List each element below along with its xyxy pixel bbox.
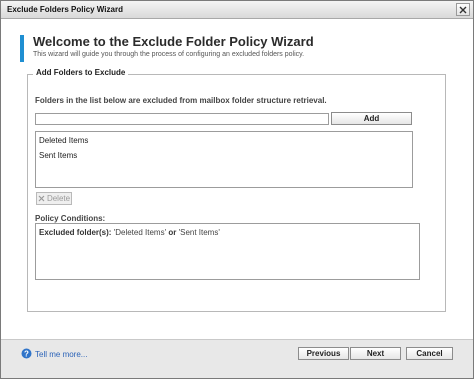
policy-connector: or (168, 228, 177, 237)
policy-condition-line: Excluded folder(s): 'Deleted Items' or '… (39, 228, 220, 237)
svg-text:?: ? (24, 349, 29, 358)
add-button[interactable]: Add (331, 112, 412, 125)
policy-conditions-box: Excluded folder(s): 'Deleted Items' or '… (35, 223, 420, 280)
policy-conditions-label: Policy Conditions: (35, 214, 106, 223)
list-item[interactable]: Deleted Items (39, 136, 88, 145)
page-subtitle: This wizard will guide you through the p… (33, 51, 305, 58)
header-accent-bar (20, 35, 24, 62)
page-title: Welcome to the Exclude Folder Policy Wiz… (33, 34, 314, 49)
policy-prefix: Excluded folder(s): (39, 228, 112, 237)
delete-icon (38, 195, 45, 202)
close-button[interactable] (456, 3, 470, 16)
delete-label: Delete (46, 194, 71, 203)
delete-button[interactable]: Delete (36, 192, 72, 205)
next-button[interactable]: Next (350, 347, 401, 360)
instructions-text: Folders in the list below are excluded f… (35, 96, 327, 105)
help-icon[interactable]: ? (21, 348, 32, 359)
group-legend: Add Folders to Exclude (33, 68, 129, 77)
tell-me-more-link[interactable]: Tell me more... (35, 350, 87, 359)
cancel-button[interactable]: Cancel (406, 347, 453, 360)
folder-input[interactable] (35, 113, 329, 125)
policy-item: 'Deleted Items' (113, 228, 167, 237)
close-icon (459, 6, 467, 13)
window-title: Exclude Folders Policy Wizard (7, 5, 123, 14)
excluded-folders-list[interactable]: Deleted Items Sent Items (35, 131, 413, 188)
policy-item: 'Sent Items' (178, 228, 220, 237)
title-bar: Exclude Folders Policy Wizard (1, 1, 473, 19)
list-item[interactable]: Sent Items (39, 151, 77, 160)
previous-button[interactable]: Previous (298, 347, 349, 360)
